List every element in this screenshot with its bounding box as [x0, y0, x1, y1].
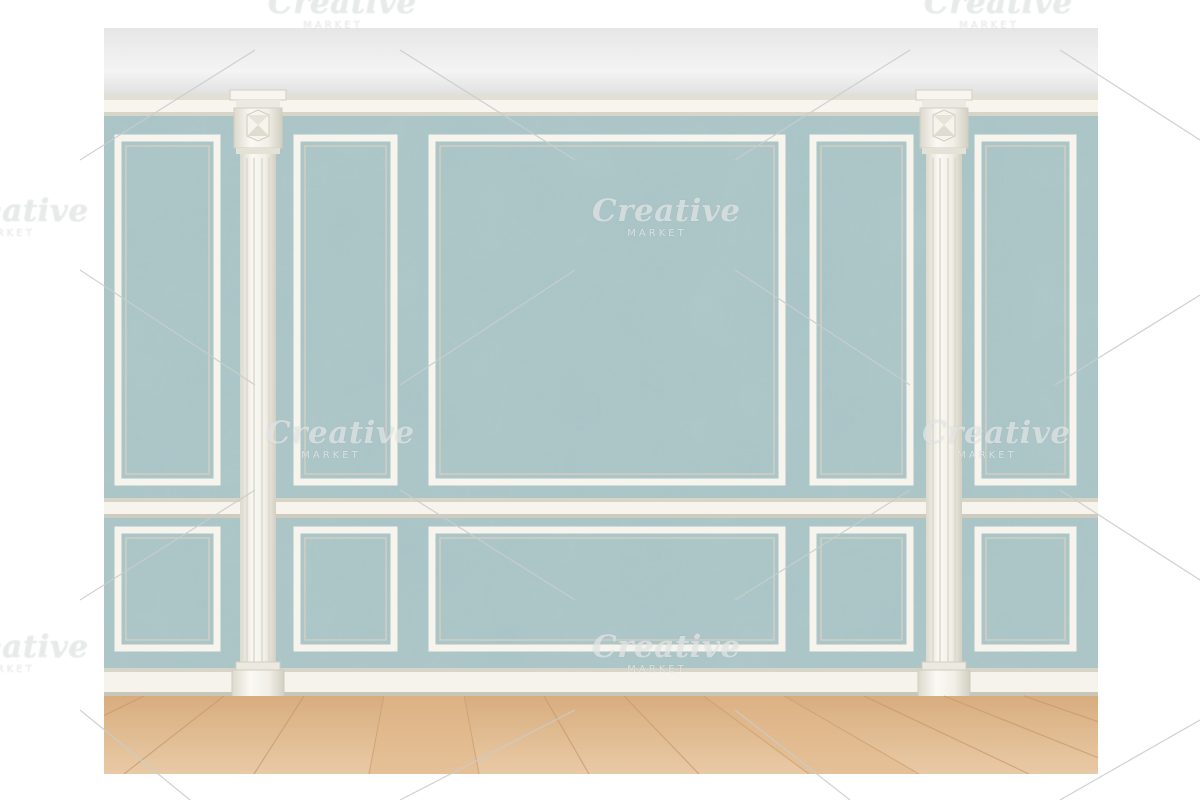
ceiling [104, 28, 1098, 100]
watermark-sub: MARKET [0, 664, 35, 675]
watermark-logo: Creative MARKET [0, 629, 89, 675]
wooden-floor [104, 695, 1098, 774]
watermark-sub: MARKET [0, 228, 35, 239]
watermark-logo: Creative MARKET [0, 193, 89, 239]
watermark-brand: Creative [0, 629, 89, 665]
watermark-brand: Creative [924, 0, 1073, 21]
watermark-logo: Creative MARKET [268, 0, 417, 31]
wall-illustration [104, 28, 1098, 774]
watermark-brand: Creative [268, 0, 417, 21]
watermark-logo: Creative MARKET [924, 0, 1073, 31]
interior-scene [104, 28, 1098, 774]
watermark-brand: Creative [0, 193, 89, 229]
